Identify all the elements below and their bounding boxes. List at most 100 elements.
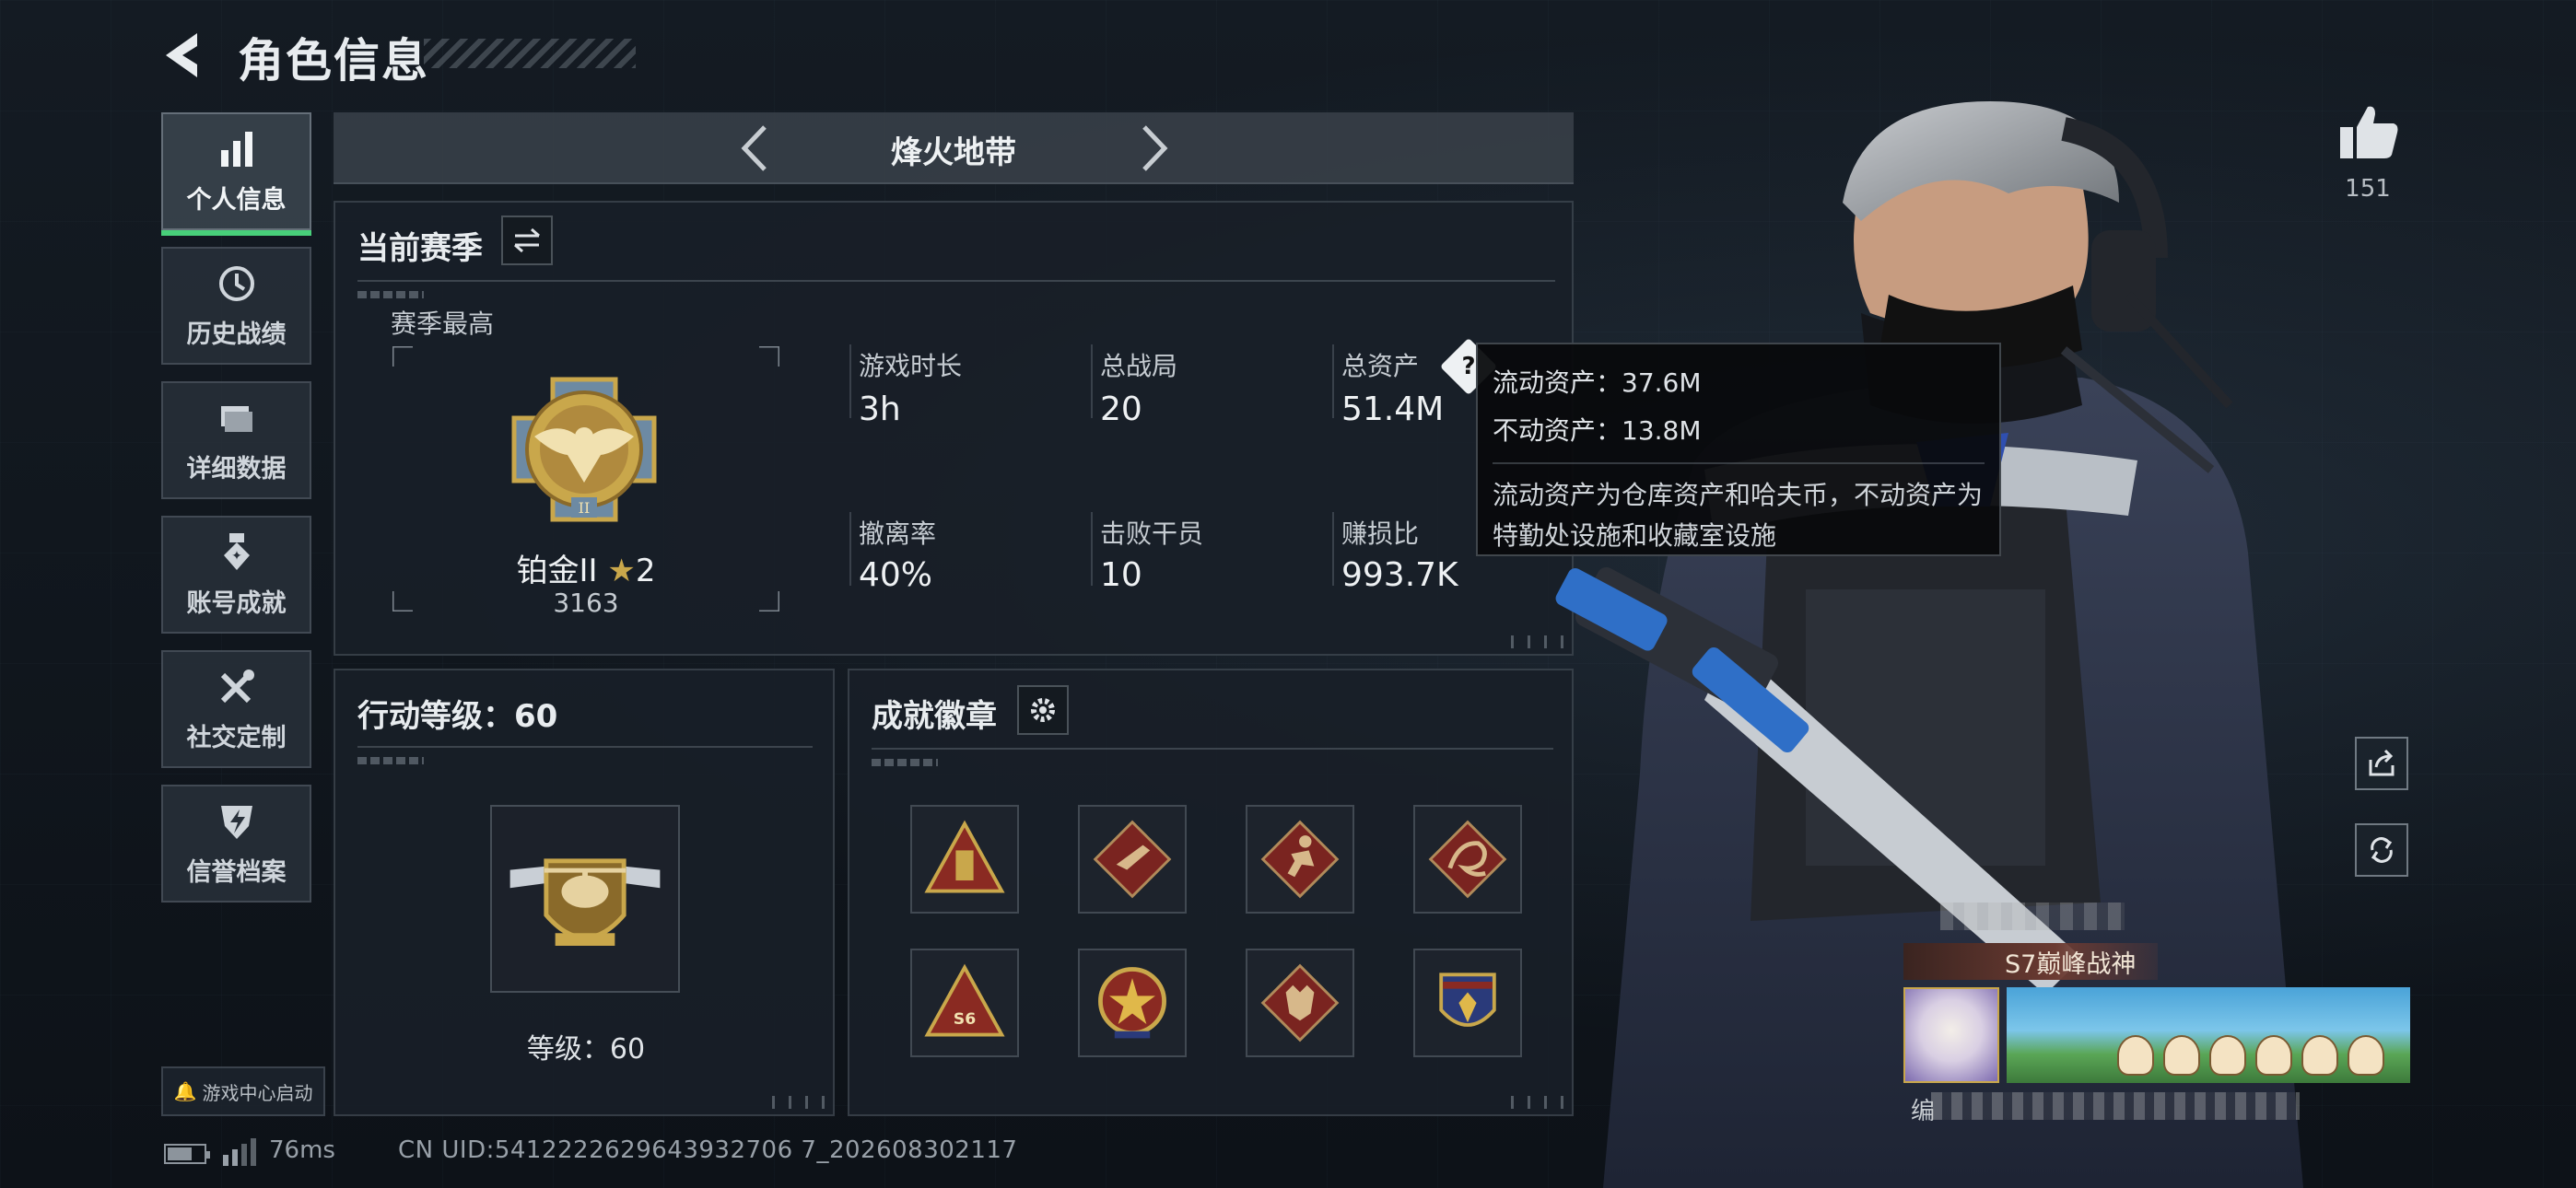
achievement-badge[interactable] — [1078, 949, 1187, 1057]
chevron-right-icon[interactable] — [1128, 122, 1179, 175]
achievement-badge[interactable]: S6 — [910, 949, 1019, 1057]
player-card: S7巅峰战神 编 — [1903, 899, 2410, 1129]
tools-icon — [220, 669, 254, 703]
sidebar-item-label: 账号成就 — [186, 588, 287, 618]
stat-label-playtime: 游戏时长 — [859, 351, 963, 381]
pixelated-player-name — [1940, 903, 2125, 930]
stat-value-total-assets: 51.4M — [1341, 390, 1445, 428]
star-emblem-badge-icon — [1098, 967, 1166, 1039]
divider — [1332, 344, 1334, 418]
avatar[interactable] — [1903, 987, 1999, 1083]
thumbs-up-icon[interactable] — [2338, 103, 2399, 160]
action-level-panel: 行动等级：60 等级：60 — [334, 669, 835, 1116]
assets-tooltip: 流动资产：37.6M 不动资产：13.8M 流动资产为仓库资产和哈夫币，不动资产… — [1476, 343, 2001, 556]
shield-badge-icon — [220, 805, 252, 839]
divider — [849, 512, 851, 586]
action-level-emblem-frame — [490, 805, 680, 993]
refresh-button[interactable] — [2355, 823, 2408, 877]
action-level-title: 行动等级：60 — [357, 698, 558, 735]
helicopter-emblem-icon — [509, 858, 661, 946]
rank-stars: 2 — [635, 553, 656, 589]
divider — [357, 280, 1555, 282]
switch-season-button[interactable] — [501, 215, 553, 265]
stat-label-extract-rate: 撤离率 — [859, 518, 937, 549]
tooltip-description: 流动资产为仓库资产和哈夫币，不动资产为特勤处设施和收藏室设施 — [1493, 480, 1984, 551]
mode-selector: 烽火地带 — [334, 112, 1574, 184]
player-title: S7巅峰战神 — [2005, 949, 2137, 979]
gear-icon — [1031, 698, 1055, 722]
sidebar-item-achievements[interactable]: ✦ 账号成就 — [161, 516, 311, 634]
divider — [1493, 462, 1985, 464]
achievement-badge[interactable] — [1246, 949, 1354, 1057]
sidebar-item-credit[interactable]: 信誉档案 — [161, 785, 311, 903]
divider — [1091, 512, 1093, 586]
bar-chart-icon — [220, 131, 252, 167]
divider — [872, 748, 1553, 750]
player-banner — [2007, 987, 2410, 1083]
stat-label-matches: 总战局 — [1100, 351, 1178, 381]
sidebar-item-label: 信誉档案 — [186, 857, 287, 887]
stat-value-playtime: 3h — [859, 390, 901, 428]
decoration — [357, 757, 424, 764]
season-title: 当前赛季 — [357, 230, 483, 267]
pistol-diamond-badge-icon — [1093, 820, 1172, 899]
sidebar-item-label: 历史战绩 — [186, 320, 287, 349]
player-title-badge: S7巅峰战神 — [1903, 943, 2158, 980]
achievement-badge[interactable] — [910, 805, 1019, 914]
sidebar-item-history[interactable]: 历史战绩 — [161, 247, 311, 365]
tooltip-liquid-assets: 流动资产：37.6M — [1493, 367, 1702, 398]
sidebar-item-label: 详细数据 — [186, 454, 287, 483]
battery-icon — [164, 1144, 210, 1164]
stat-value-kills: 10 — [1100, 556, 1142, 594]
divider — [1091, 344, 1093, 418]
achievement-badge[interactable] — [1246, 805, 1354, 914]
season-best-label: 赛季最高 — [391, 309, 495, 339]
tooltip-fixed-assets: 不动资产：13.8M — [1493, 415, 1702, 446]
ammo-triangle-badge-icon — [924, 820, 1005, 893]
stat-value-profit-ratio: 993.7K — [1341, 556, 1458, 594]
s6-triangle-badge-icon: S6 — [924, 963, 1005, 1037]
sidebar-item-label: 社交定制 — [186, 723, 287, 752]
sidebar-item-personal-info[interactable]: 个人信息 — [161, 112, 311, 236]
share-icon — [2369, 749, 2395, 776]
rank-name-row: 铂金II ★2 — [392, 545, 779, 590]
game-center-label: 游戏中心启动 — [202, 1081, 313, 1104]
svg-text:✦: ✦ — [231, 549, 242, 564]
share-button[interactable] — [2355, 737, 2408, 790]
decoration — [772, 1096, 827, 1109]
page-title: 角色信息 — [238, 34, 429, 87]
refresh-icon — [2371, 837, 2393, 863]
sidebar-item-label: 个人信息 — [186, 185, 287, 215]
back-arrow-icon[interactable] — [158, 28, 214, 83]
rank-name: 铂金II — [516, 553, 598, 589]
divider — [357, 746, 813, 748]
season-panel: 当前赛季 赛季最高 II 铂金II ★2 3163 游戏时长 3h 总战局 20 — [334, 201, 1574, 656]
sidebar-item-social[interactable]: 社交定制 — [161, 650, 311, 768]
action-level-value: 等级：60 — [526, 1033, 646, 1066]
folder-icon — [220, 405, 252, 432]
achievements-settings-button[interactable] — [1017, 685, 1069, 735]
achievement-badge[interactable] — [1078, 805, 1187, 914]
pixelated-player-id — [1931, 1092, 2300, 1120]
achievements-panel: 成就徽章 S6 — [848, 669, 1574, 1116]
stat-label-kills: 击败干员 — [1100, 518, 1204, 549]
stat-value-matches: 20 — [1100, 390, 1142, 428]
uid-text: CN UID:5412222629643932706 7_20260830211… — [398, 1136, 1018, 1164]
history-clock-icon — [218, 265, 254, 301]
rank-points: 3163 — [553, 588, 619, 618]
decoration — [357, 291, 424, 298]
divider — [849, 344, 851, 418]
ping-value: 76ms — [269, 1136, 335, 1164]
title-decoration — [424, 39, 636, 68]
achievements-title: 成就徽章 — [872, 698, 997, 735]
swap-arrows-icon — [514, 227, 540, 253]
sidebar-item-details[interactable]: 详细数据 — [161, 381, 311, 499]
wolf-diamond-badge-icon — [1260, 963, 1340, 1042]
star-icon: ★ — [607, 553, 636, 589]
platinum-rank-emblem-icon: II — [511, 377, 657, 522]
svg-text:II: II — [579, 499, 591, 517]
stat-label-profit-ratio: 赚损比 — [1341, 518, 1420, 549]
bell-icon: 🔔 — [173, 1080, 197, 1102]
divider — [1332, 512, 1334, 586]
game-center-launch-button[interactable]: 🔔 游戏中心启动 — [161, 1066, 325, 1116]
